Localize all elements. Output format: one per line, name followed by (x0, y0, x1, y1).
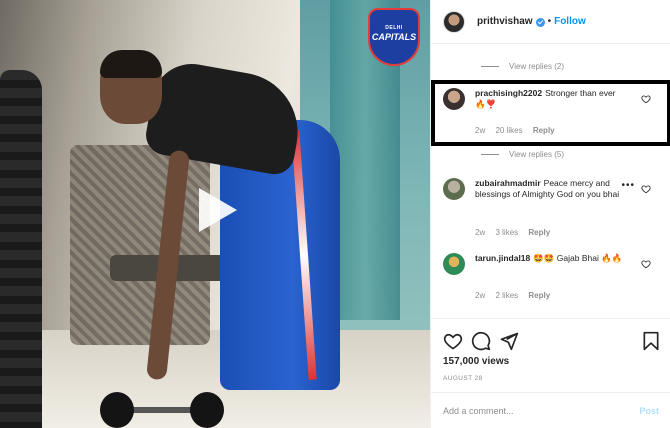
post-actions: 157,000 views AUGUST 28 (431, 318, 670, 382)
more-options-icon[interactable]: ••• (621, 180, 635, 191)
add-comment-bar: Post (431, 392, 670, 428)
commenter-username[interactable]: tarun.jindal18 (475, 253, 530, 263)
commenter-username[interactable]: prachisingh2202 (475, 88, 542, 98)
comment-icon[interactable] (471, 331, 491, 351)
share-icon[interactable] (499, 331, 519, 351)
replies-divider (481, 154, 499, 155)
comment-body: zubairahmadmir Peace mercy and blessings … (475, 178, 635, 200)
athlete-hair (100, 50, 162, 78)
comment-body: prachisingh2202 Stronger than ever🔥❣️ (475, 88, 635, 110)
reply-button[interactable]: Reply (528, 291, 550, 300)
heart-icon[interactable] (443, 331, 463, 351)
author-username[interactable]: prithvishaw (477, 16, 533, 27)
chair-back (70, 145, 210, 345)
header-separator: • (547, 16, 552, 27)
post-video[interactable]: DELHI CAPITALS (0, 0, 430, 428)
comment-likes[interactable]: 2 likes (495, 291, 518, 300)
comment-likes[interactable]: 3 likes (495, 228, 518, 237)
commenter-username[interactable]: zubairahmadmir (475, 178, 541, 188)
follow-button[interactable]: Follow (554, 16, 586, 27)
instagram-post-modal: DELHI CAPITALS prithvishaw • Follow View… (0, 0, 670, 428)
comment-item: prachisingh2202 Stronger than ever🔥❣️ 2w … (443, 88, 663, 138)
comment-likes[interactable]: 20 likes (495, 126, 522, 135)
reply-button[interactable]: Reply (528, 228, 550, 237)
heart-icon[interactable] (641, 94, 651, 104)
comment-age: 2w (475, 228, 486, 237)
comment-meta: 2w 2 likes Reply (475, 291, 558, 300)
view-count[interactable]: 157,000 views (443, 356, 509, 367)
add-comment-input[interactable] (443, 405, 623, 416)
verified-badge-icon (535, 18, 545, 27)
view-replies-button[interactable]: View replies (2) (481, 62, 564, 71)
comment-meta: 2w 20 likes Reply (475, 126, 563, 135)
comment-age: 2w (475, 126, 486, 135)
delhi-capitals-logo: DELHI CAPITALS (368, 8, 420, 66)
commenter-avatar[interactable] (443, 178, 465, 200)
heart-icon[interactable] (641, 184, 651, 194)
comment-body: tarun.jindal18 🤩🤩 Gajab Bhai 🔥🔥 (475, 253, 635, 264)
comment-meta: 2w 3 likes Reply (475, 228, 558, 237)
comment-item: zubairahmadmir Peace mercy and blessings … (443, 178, 663, 248)
view-replies-button[interactable]: View replies (5) (481, 150, 564, 159)
heart-icon[interactable] (641, 259, 651, 269)
comments-list[interactable]: View replies (2) prachisingh2202 Stronger… (431, 44, 670, 314)
dumbbell (100, 392, 230, 428)
bookmark-icon[interactable] (641, 331, 661, 351)
view-replies-label: View replies (5) (509, 150, 564, 159)
tire-prop (0, 70, 42, 428)
comment-age: 2w (475, 291, 486, 300)
view-replies-label: View replies (2) (509, 62, 564, 71)
comment-text: 🤩🤩 Gajab Bhai 🔥🔥 (533, 253, 623, 263)
replies-divider (481, 66, 499, 67)
reply-button[interactable]: Reply (533, 126, 555, 135)
play-icon[interactable] (193, 186, 241, 234)
comment-item: tarun.jindal18 🤩🤩 Gajab Bhai 🔥🔥 2w 2 like… (443, 253, 663, 308)
commenter-avatar[interactable] (443, 253, 465, 275)
post-date: AUGUST 28 (443, 375, 483, 382)
commenter-avatar[interactable] (443, 88, 465, 110)
author-avatar[interactable] (443, 10, 465, 33)
post-side-panel: prithvishaw • Follow View replies (2) pr… (430, 0, 670, 428)
post-button[interactable]: Post (639, 406, 659, 416)
post-header: prithvishaw • Follow (431, 0, 670, 44)
